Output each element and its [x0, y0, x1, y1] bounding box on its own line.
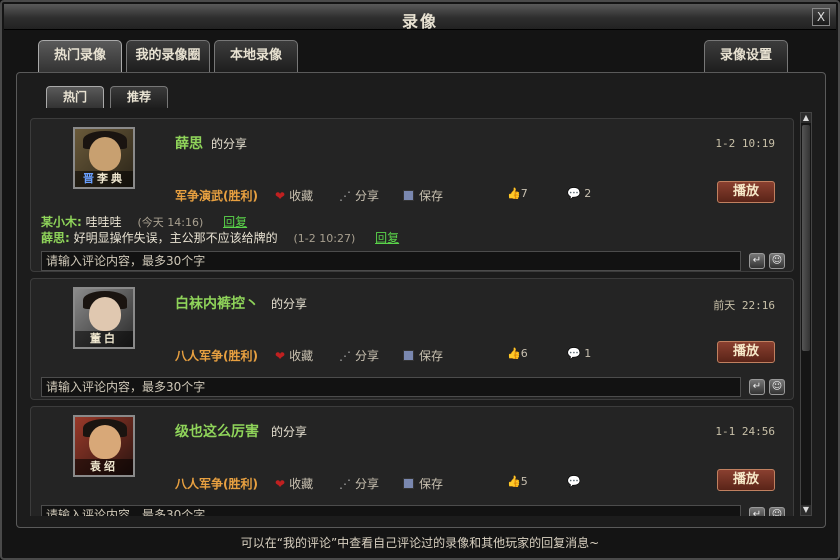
- play-button[interactable]: 播放: [717, 469, 775, 491]
- comment-item: 薛思: 好明显操作失误，主公那不应该给牌的 (1-2 10:27) 回复: [41, 231, 400, 245]
- emoji-button[interactable]: ☺: [769, 253, 785, 269]
- favorite-button[interactable]: ❤ 收藏: [275, 475, 313, 492]
- speech-bubble-icon: 💬: [567, 187, 581, 200]
- game-mode: 八人军争(胜利): [175, 349, 258, 363]
- share-button[interactable]: ⋰ 分享: [339, 475, 379, 492]
- share-button[interactable]: ⋰ 分享: [339, 187, 379, 204]
- likes-count[interactable]: 👍6: [507, 347, 528, 360]
- scroll-up-arrow-icon[interactable]: ▲: [801, 113, 811, 123]
- send-comment-button[interactable]: ↵: [749, 507, 765, 516]
- emoji-button[interactable]: ☺: [769, 379, 785, 395]
- save-button[interactable]: 保存: [403, 347, 443, 364]
- heart-icon: ❤: [275, 477, 286, 491]
- replay-card: 晋李典 薛思 的分享 1-2 10:19 军争演武(胜利) ❤ 收藏 ⋰ 分享 保存…: [30, 118, 794, 272]
- scrollbar-thumb[interactable]: [802, 125, 810, 351]
- enter-icon: ↵: [752, 255, 762, 266]
- send-comment-button[interactable]: ↵: [749, 253, 765, 269]
- favorite-button[interactable]: ❤ 收藏: [275, 187, 313, 204]
- reply-link[interactable]: 回复: [223, 215, 247, 229]
- enter-icon: ↵: [752, 509, 762, 516]
- share-button[interactable]: ⋰ 分享: [339, 347, 379, 364]
- likes-count[interactable]: 👍7: [507, 187, 528, 200]
- window-title: 录像: [401, 12, 438, 31]
- heart-icon: ❤: [275, 189, 286, 203]
- smiley-icon: ☺: [771, 255, 783, 266]
- comments-count[interactable]: 💬 1: [567, 347, 591, 360]
- scroll-down-arrow-icon[interactable]: ▼: [801, 505, 811, 515]
- title-bar: 录像 X: [4, 4, 836, 31]
- share-suffix: 的分享: [211, 137, 248, 151]
- emoji-button[interactable]: ☺: [769, 507, 785, 516]
- thumbs-up-icon: 👍: [507, 187, 521, 200]
- replay-card: 董白 白袜内裤控丶 的分享 前天 22:16 八人军争(胜利) ❤ 收藏 ⋰ 分享 …: [30, 278, 794, 400]
- comments-count[interactable]: 💬 2: [567, 187, 591, 200]
- game-mode: 军争演武(胜利): [175, 189, 258, 203]
- replay-settings-button[interactable]: 录像设置: [704, 40, 788, 72]
- tab-hot-replays[interactable]: 热门录像: [38, 40, 122, 72]
- share-suffix: 的分享: [271, 425, 308, 439]
- game-mode: 八人军争(胜利): [175, 477, 258, 491]
- favorite-button[interactable]: ❤ 收藏: [275, 347, 313, 364]
- save-button[interactable]: 保存: [403, 187, 443, 204]
- avatar-general-name: 董白: [75, 331, 133, 347]
- save-icon: [403, 478, 414, 489]
- comment-input[interactable]: 请输入评论内容，最多30个字: [41, 505, 741, 516]
- reply-link[interactable]: 回复: [375, 231, 399, 245]
- sharer-name[interactable]: 薛思: [175, 133, 203, 153]
- heart-icon: ❤: [275, 349, 286, 363]
- save-button[interactable]: 保存: [403, 475, 443, 492]
- sharer-name[interactable]: 级也这么厉害: [175, 421, 259, 441]
- comment-input[interactable]: 请输入评论内容，最多30个字: [41, 377, 741, 397]
- play-button[interactable]: 播放: [717, 181, 775, 203]
- general-avatar[interactable]: 晋李典: [73, 127, 135, 189]
- tab-local-replays[interactable]: 本地录像: [214, 40, 298, 72]
- share-icon: ⋰: [339, 477, 351, 491]
- share-time: 1-2 10:19: [715, 137, 775, 150]
- share-time: 1-1 24:56: [715, 425, 775, 438]
- smiley-icon: ☺: [771, 381, 783, 392]
- replay-card: 袁绍 级也这么厉害 的分享 1-1 24:56 八人军争(胜利) ❤ 收藏 ⋰ 分享…: [30, 406, 794, 516]
- share-icon: ⋰: [339, 349, 351, 363]
- avatar-general-name: 袁绍: [75, 459, 133, 475]
- likes-count[interactable]: 👍5: [507, 475, 528, 488]
- list-scrollbar[interactable]: ▲ ▼: [800, 112, 812, 516]
- comment-item: 某小木: 哇哇哇 (今天 14:16) 回复: [41, 215, 248, 229]
- replay-list[interactable]: 晋李典 薛思 的分享 1-2 10:19 军争演武(胜利) ❤ 收藏 ⋰ 分享 保存…: [30, 110, 798, 516]
- close-button[interactable]: X: [812, 8, 830, 26]
- thumbs-up-icon: 👍: [507, 347, 521, 360]
- share-icon: ⋰: [339, 189, 351, 203]
- avatar-general-name: 晋李典: [75, 171, 133, 187]
- save-icon: [403, 350, 414, 361]
- enter-icon: ↵: [752, 381, 762, 392]
- sharer-name[interactable]: 白袜内裤控丶: [175, 293, 259, 313]
- smiley-icon: ☺: [771, 509, 783, 516]
- play-button[interactable]: 播放: [717, 341, 775, 363]
- share-suffix: 的分享: [271, 297, 308, 311]
- save-icon: [403, 190, 414, 201]
- speech-bubble-icon: 💬: [567, 347, 581, 360]
- comment-input[interactable]: 请输入评论内容，最多30个字: [41, 251, 741, 271]
- subtab-hot[interactable]: 热门: [46, 86, 104, 108]
- subtab-recommended[interactable]: 推荐: [110, 86, 168, 108]
- tab-my-replay-circle[interactable]: 我的录像圈: [126, 40, 210, 72]
- send-comment-button[interactable]: ↵: [749, 379, 765, 395]
- share-time: 前天 22:16: [713, 299, 775, 312]
- comments-count[interactable]: 💬: [567, 475, 581, 488]
- footer-hint: 可以在“我的评论”中查看自己评论过的录像和其他玩家的回复消息~: [240, 536, 600, 550]
- replay-window: 录像 X 热门录像 我的录像圈 本地录像 录像设置 热门 推荐 晋李典 薛思 的…: [0, 0, 840, 560]
- speech-bubble-icon: 💬: [567, 475, 581, 488]
- thumbs-up-icon: 👍: [507, 475, 521, 488]
- general-avatar[interactable]: 袁绍: [73, 415, 135, 477]
- general-avatar[interactable]: 董白: [73, 287, 135, 349]
